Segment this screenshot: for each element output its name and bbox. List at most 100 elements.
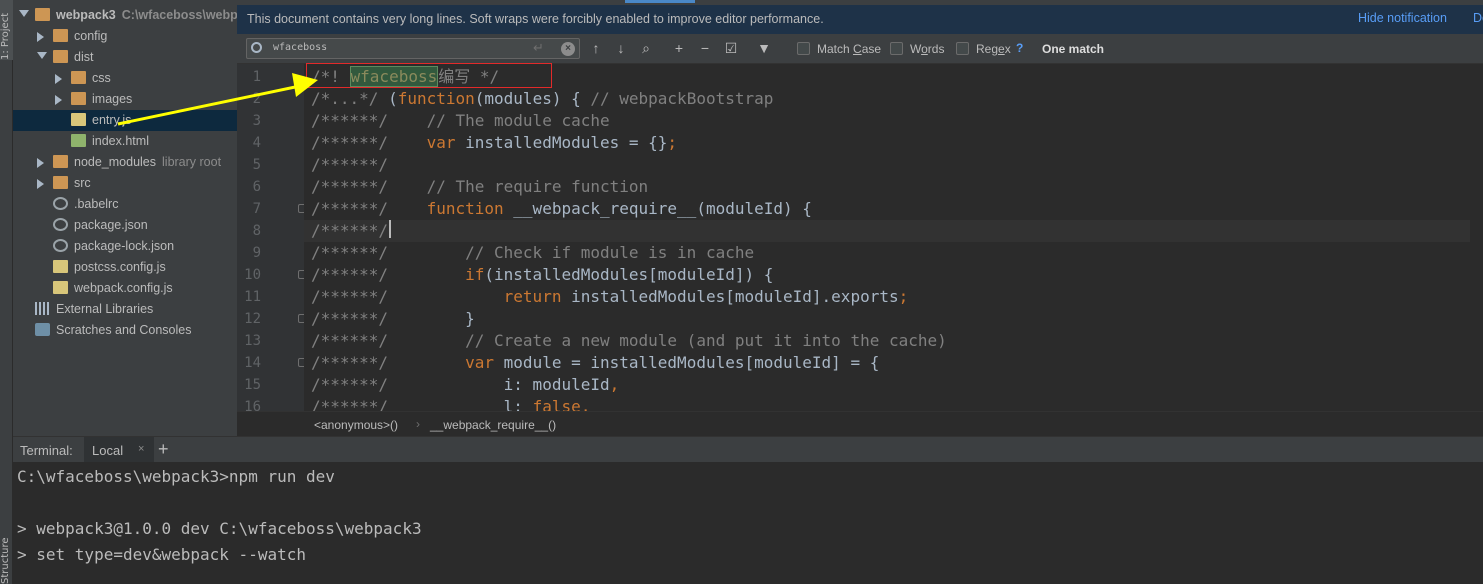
code-line[interactable]: /******/ function __webpack_require__(mo… (311, 198, 812, 220)
folder-icon (71, 92, 86, 105)
breadcrumb: <anonymous>() › __webpack_require__() (237, 411, 1483, 436)
config-file-icon (53, 239, 68, 252)
code-line[interactable]: /******/ var installedModules = {}; (311, 132, 677, 154)
chevron-right-icon[interactable] (37, 158, 44, 168)
code-line[interactable]: /******/ // The require function (311, 176, 648, 198)
regex-label[interactable]: Regex (976, 42, 1011, 56)
terminal-tab-local[interactable]: Local × (84, 437, 154, 463)
code-editor[interactable]: /*! wfaceboss编写 *//*...*/ (function(modu… (304, 64, 1483, 411)
chevron-right-icon[interactable] (37, 32, 44, 42)
terminal-output[interactable]: C:\wfaceboss\webpack3>npm run dev > webpa… (13, 462, 1483, 584)
tree-item-config[interactable]: config (13, 26, 237, 47)
tree-item-label: package.json (74, 218, 148, 232)
text-caret (389, 220, 391, 238)
words-checkbox[interactable] (890, 42, 903, 55)
structure-tool-tab[interactable]: Structure (0, 520, 13, 584)
regex-help-link[interactable]: ? (1016, 41, 1023, 55)
folder-icon (53, 176, 68, 189)
match-case-label[interactable]: Match Case (817, 42, 881, 56)
terminal-line: > webpack3@1.0.0 dev C:\wfaceboss\webpac… (17, 519, 422, 538)
tree-item-hint: library root (162, 155, 222, 169)
tree-item-babelrc[interactable]: .babelrc (13, 194, 237, 215)
remove-occurrence-icon[interactable]: − (696, 40, 714, 58)
tree-item-scratches-and-consoles[interactable]: Scratches and Consoles (13, 320, 237, 341)
tree-item-index-html[interactable]: index.html (13, 131, 237, 152)
tree-item-label: src (74, 176, 91, 190)
tree-item-package-json[interactable]: package.json (13, 215, 237, 236)
terminal-header: Terminal: Local × + (13, 436, 1483, 463)
code-line[interactable]: /******/ i: moduleId, (311, 374, 619, 396)
code-line[interactable]: /******/ // The module cache (311, 110, 610, 132)
breadcrumb-anonymous[interactable]: <anonymous>() (314, 418, 398, 432)
previous-occurrence-icon[interactable]: ↑ (587, 40, 605, 58)
chevron-right-icon[interactable] (37, 179, 44, 189)
code-line[interactable]: /******/ if(installedModules[moduleId]) … (311, 264, 773, 286)
chevron-right-icon[interactable] (55, 74, 62, 84)
project-tree-panel: webpack3C:\wfaceboss\webpack3 config dist c… (13, 0, 237, 436)
search-input[interactable]: wfaceboss ↵ × (246, 38, 580, 59)
code-line[interactable]: /******/ (304, 220, 1483, 242)
tree-item-postcss-config-js[interactable]: postcss.config.js (13, 257, 237, 278)
breadcrumb-separator: › (416, 417, 420, 431)
tool-window-strip: 1: Project Structure (0, 0, 13, 584)
tree-item-node-modules[interactable]: node_modules library root (13, 152, 237, 173)
notification-message: This document contains very long lines. … (247, 12, 824, 26)
select-all-occurrences-icon[interactable]: ☑ (722, 40, 740, 58)
line-number: 16 (244, 399, 261, 411)
tree-item-label: index.html (92, 134, 149, 148)
folder-icon (53, 155, 68, 168)
tree-item-webpack3[interactable]: webpack3C:\wfaceboss\webpack3 (13, 5, 237, 26)
tree-item-label: webpack.config.js (74, 281, 173, 295)
tree-item-webpack-config-js[interactable]: webpack.config.js (13, 278, 237, 299)
code-line[interactable]: /******/ // Check if module is in cache (311, 242, 754, 264)
chevron-down-icon[interactable] (37, 52, 47, 59)
line-number: 6 (252, 179, 261, 195)
folder-icon (53, 29, 68, 42)
tree-item-entry-js[interactable]: entry.js (13, 110, 237, 131)
code-line[interactable]: /*...*/ (function(modules) { // webpackB… (311, 88, 773, 110)
line-number: 14 (244, 355, 261, 371)
find-all-icon[interactable]: ⌕ (637, 40, 655, 58)
code-line[interactable]: /******/ // Create a new module (and put… (311, 330, 947, 352)
close-icon[interactable]: × (138, 443, 144, 455)
tree-item-images[interactable]: images (13, 89, 237, 110)
match-case-checkbox[interactable] (797, 42, 810, 55)
active-editor-tab[interactable] (625, 0, 695, 3)
tree-item-label: dist (74, 50, 94, 64)
words-label[interactable]: Words (910, 42, 944, 56)
breadcrumb-webpack-require[interactable]: __webpack_require__() (430, 418, 556, 432)
code-line[interactable]: /******/ l: false, (311, 396, 590, 411)
code-line[interactable]: /******/ var module = installedModules[m… (311, 352, 879, 374)
chevron-down-icon[interactable] (19, 10, 29, 17)
add-occurrence-icon[interactable]: + (670, 40, 688, 58)
code-line[interactable]: /******/ (311, 154, 388, 176)
tree-item-dist[interactable]: dist (13, 47, 237, 68)
line-number: 10 (244, 267, 261, 283)
hide-notification-link[interactable]: Hide notification (1358, 11, 1447, 25)
tree-item-src[interactable]: src (13, 173, 237, 194)
code-line[interactable]: /******/ return installedModules[moduleI… (311, 286, 908, 308)
project-tool-tab[interactable]: 1: Project (0, 0, 13, 60)
search-query[interactable]: wfaceboss (273, 42, 327, 53)
terminal-tab-label[interactable]: Local (92, 443, 123, 458)
chevron-right-icon[interactable] (55, 95, 62, 105)
filter-icon[interactable]: ▼ (755, 40, 773, 58)
code-line[interactable]: /******/ } (311, 308, 475, 330)
next-occurrence-icon[interactable]: ↓ (612, 40, 630, 58)
tree-item-package-lock-json[interactable]: package-lock.json (13, 236, 237, 257)
config-file-icon (53, 218, 68, 231)
newline-icon[interactable]: ↵ (533, 40, 544, 56)
new-terminal-button[interactable]: + (158, 439, 169, 460)
folder-icon (53, 50, 68, 63)
clear-search-icon[interactable]: × (561, 42, 575, 56)
tree-item-external-libraries[interactable]: External Libraries (13, 299, 237, 320)
line-number-gutter[interactable]: 1 2 3 4 5 6 7 8 9 10 11 12 13 14 15 16 (237, 64, 304, 411)
scratches-icon (35, 323, 50, 336)
tree-item-css[interactable]: css (13, 68, 237, 89)
notification-more-link[interactable]: Do (1473, 11, 1483, 25)
search-icon[interactable] (251, 42, 262, 53)
regex-checkbox[interactable] (956, 42, 969, 55)
code-line[interactable]: /*! wfaceboss编写 */ (311, 66, 499, 88)
js-file-icon (71, 113, 86, 126)
editor-scrollbar[interactable] (1470, 64, 1483, 411)
